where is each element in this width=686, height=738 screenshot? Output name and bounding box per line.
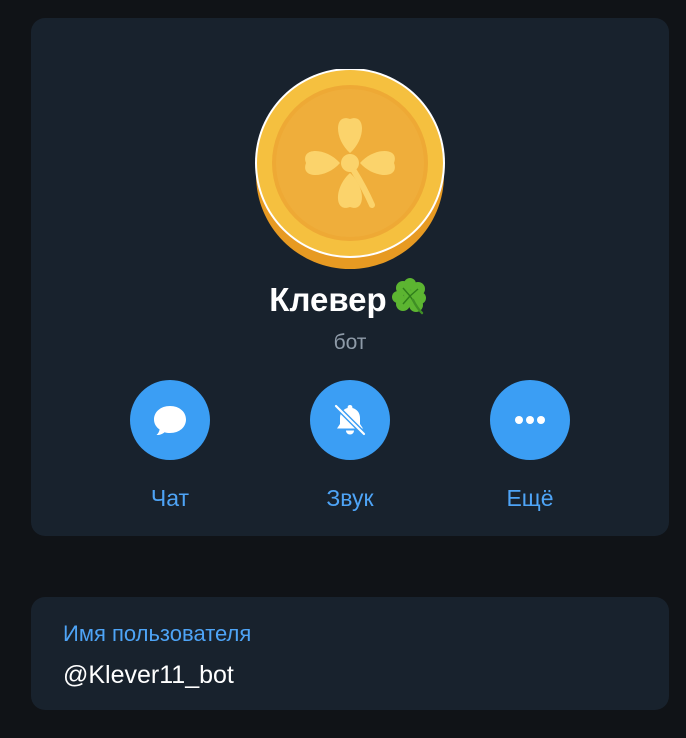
- profile-avatar[interactable]: [250, 69, 450, 269]
- more-button-circle[interactable]: [490, 380, 570, 460]
- chat-button[interactable]: Чат: [110, 380, 230, 512]
- chat-button-label: Чат: [150, 485, 190, 511]
- sound-button-circle[interactable]: [310, 380, 390, 460]
- username-label: Имя пользователя: [63, 621, 252, 646]
- username-value[interactable]: @Klever11_bot: [63, 660, 234, 690]
- gold-coin-clover-icon: [255, 69, 445, 269]
- username-card[interactable]: Имя пользователя @Klever11_bot: [31, 597, 669, 710]
- profile-card: Клевер бот Чат Звук Ещё: [31, 18, 669, 536]
- chat-button-circle[interactable]: [130, 380, 210, 460]
- profile-name-text: Клевер: [269, 281, 387, 318]
- sound-button[interactable]: Звук: [290, 380, 410, 512]
- more-button[interactable]: Ещё: [470, 380, 590, 512]
- profile-subtitle: бот: [333, 331, 367, 354]
- profile-name: Клевер: [31, 275, 669, 320]
- sound-button-label: Звук: [326, 485, 374, 511]
- bell-muted-icon: [333, 403, 367, 437]
- more-dots-icon: [515, 416, 545, 424]
- more-button-label: Ещё: [506, 485, 554, 511]
- four-leaf-clover-icon: [389, 275, 431, 317]
- chat-bubble-icon: [154, 406, 186, 436]
